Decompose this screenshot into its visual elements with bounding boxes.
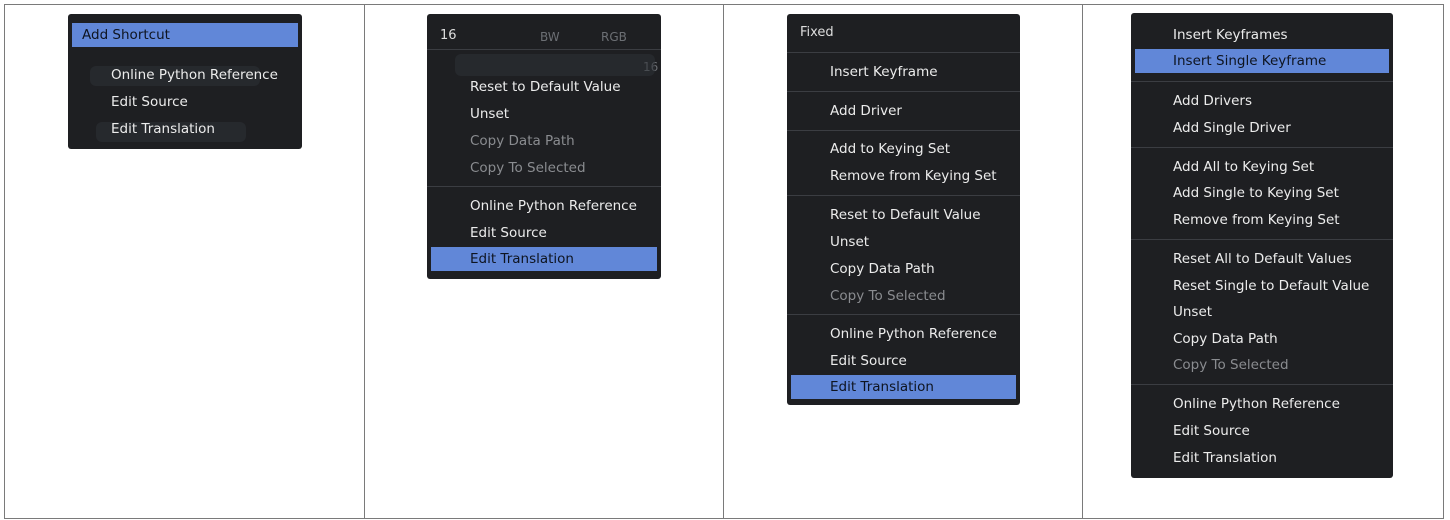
menu-item-edit-translation[interactable]: Edit Translation — [68, 117, 302, 141]
separator — [787, 314, 1020, 315]
menu-item-edit-translation[interactable]: Edit Translation — [1131, 446, 1393, 470]
separator — [787, 91, 1020, 92]
menu-title: Fixed — [800, 25, 834, 40]
menu-item-reset-default[interactable]: Reset to Default Value — [787, 203, 1020, 227]
menu-item-edit-source[interactable]: Edit Source — [427, 221, 661, 245]
menu-item-edit-source[interactable]: Edit Source — [787, 349, 1020, 373]
menu-item-reset-default[interactable]: Reset to Default Value — [427, 75, 661, 99]
menu-item-online-python-reference[interactable]: Online Python Reference — [1131, 392, 1393, 416]
cell-divider — [723, 4, 724, 519]
menu-item-remove-from-keying-set[interactable]: Remove from Keying Set — [1131, 208, 1393, 232]
menu-item-add-single-to-keying-set[interactable]: Add Single to Keying Set — [1131, 181, 1393, 205]
menu-item-insert-keyframe[interactable]: Insert Keyframe — [787, 60, 1020, 84]
menu-item-add-to-keying-set[interactable]: Add to Keying Set — [787, 137, 1020, 161]
menu-item-add-driver[interactable]: Add Driver — [787, 99, 1020, 123]
menu-item-copy-data-path: Copy Data Path — [470, 133, 575, 149]
context-menu-1: Add Shortcut Online Python Reference Edi… — [68, 14, 302, 149]
rgb-button: RGB — [601, 30, 627, 44]
separator — [787, 130, 1020, 131]
menu-item-unset[interactable]: Unset — [787, 230, 1020, 254]
menu-item-add-shortcut[interactable]: Add Shortcut — [72, 23, 298, 47]
menu-item-copy-data-path[interactable]: Copy Data Path — [1131, 327, 1393, 351]
separator — [787, 195, 1020, 196]
separator — [427, 186, 661, 187]
bw-button: BW — [540, 30, 560, 44]
menu-item-insert-single-keyframe[interactable]: Insert Single Keyframe — [1135, 49, 1389, 73]
menu-item-insert-keyframes[interactable]: Insert Keyframes — [1131, 23, 1393, 47]
separator — [787, 52, 1020, 53]
separator — [1131, 81, 1393, 82]
cell-divider — [1082, 4, 1083, 519]
context-menu-4: Insert Keyframes Insert Single Keyframe … — [1131, 13, 1393, 478]
menu-item-copy-data-path[interactable]: Copy Data Path — [787, 257, 1020, 281]
context-menu-2: 16 BW RGB 16 Reset to Default Value Unse… — [427, 14, 661, 279]
menu-item-edit-translation[interactable]: Edit Translation — [431, 247, 657, 271]
menu-item-unset[interactable]: Unset — [427, 102, 661, 126]
menu-item-add-drivers[interactable]: Add Drivers — [1131, 89, 1393, 113]
menu-item-add-all-to-keying-set[interactable]: Add All to Keying Set — [1131, 155, 1393, 179]
menu-item-reset-all-default[interactable]: Reset All to Default Values — [1131, 247, 1393, 271]
menu-item-edit-source[interactable]: Edit Source — [1131, 419, 1393, 443]
context-menu-3: Fixed Insert Keyframe Add Driver Add to … — [787, 14, 1020, 405]
menu-item-copy-to-selected: Copy To Selected — [1173, 357, 1289, 373]
menu-item-online-python-reference[interactable]: Online Python Reference — [787, 322, 1020, 346]
value-field[interactable]: 16 — [440, 28, 457, 43]
menu-item-online-python-reference[interactable]: Online Python Reference — [68, 63, 302, 87]
cell-divider — [364, 4, 365, 519]
separator — [1131, 384, 1393, 385]
menu-item-edit-source[interactable]: Edit Source — [68, 90, 302, 114]
separator — [1131, 239, 1393, 240]
menu-item-remove-from-keying-set[interactable]: Remove from Keying Set — [787, 164, 1020, 188]
menu-item-unset[interactable]: Unset — [1131, 300, 1393, 324]
separator — [1131, 147, 1393, 148]
menu-item-copy-to-selected: Copy To Selected — [470, 160, 586, 176]
menu-item-online-python-reference[interactable]: Online Python Reference — [427, 194, 661, 218]
menu-item-add-single-driver[interactable]: Add Single Driver — [1131, 116, 1393, 140]
menu-item-copy-to-selected: Copy To Selected — [830, 288, 946, 304]
separator — [427, 49, 661, 50]
menu-item-reset-single-default[interactable]: Reset Single to Default Value — [1131, 274, 1393, 298]
menu-item-edit-translation[interactable]: Edit Translation — [791, 375, 1016, 399]
